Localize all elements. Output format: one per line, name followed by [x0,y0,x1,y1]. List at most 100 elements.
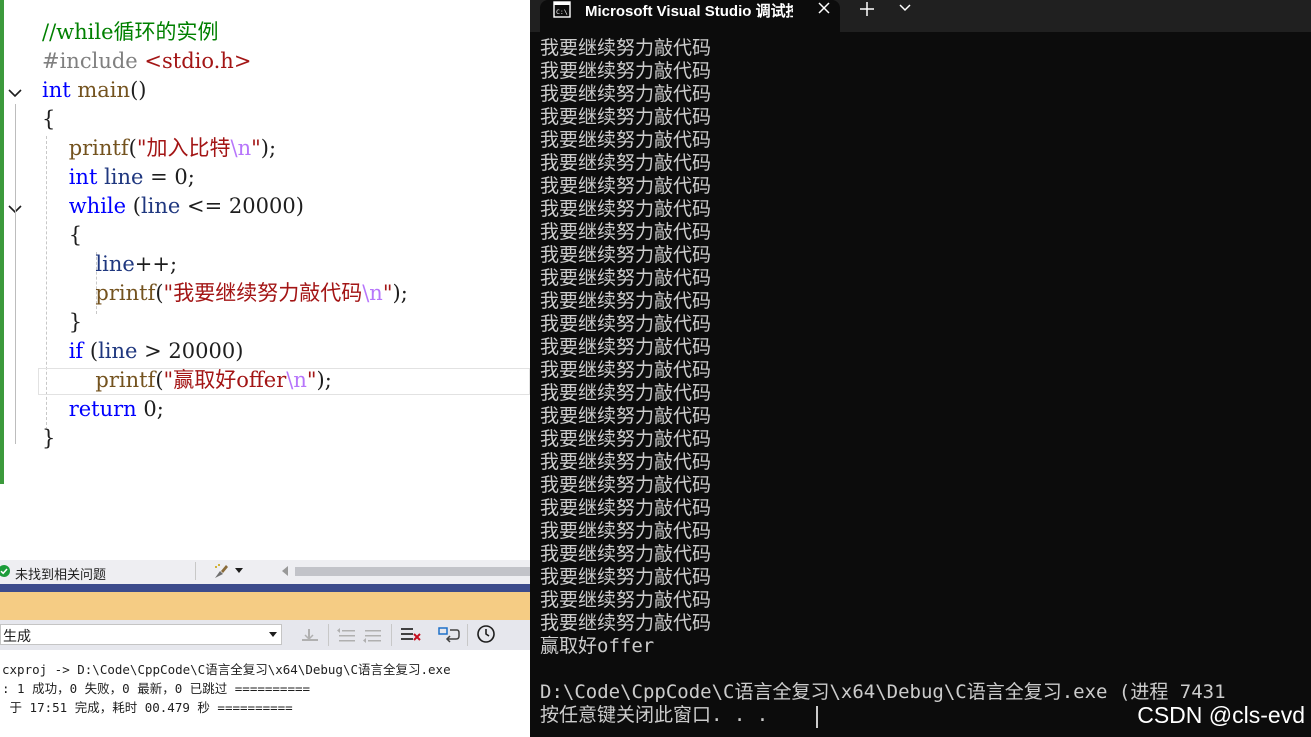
console-line: 我要继续努力敲代码 [540,566,712,588]
code-line[interactable]: int main() [42,76,408,105]
code-line[interactable]: { [42,221,408,250]
code-line[interactable]: line++; [42,250,408,279]
output-source-value: 生成 [3,629,31,645]
issues-status-text[interactable]: 未找到相关问题 [15,564,106,583]
console-line: 我要继续努力敲代码 [540,290,712,312]
go-to-error-icon[interactable] [300,626,320,644]
code-line[interactable]: printf("赢取好offer\n"); [42,366,408,395]
code-line[interactable]: } [42,424,408,453]
collapse-chevron-icon[interactable] [6,84,24,102]
console-line: 赢取好offer [540,635,655,657]
code-token: () [130,78,147,102]
horizontal-scrollbar[interactable] [295,567,530,576]
console-line: 我要继续努力敲代码 [540,336,712,358]
console-line: 我要继续努力敲代码 [540,129,712,151]
console-line: 我要继续努力敲代码 [540,152,712,174]
code-token: "我要继续努力敲代码 [163,281,363,305]
console-line: 我要继续努力敲代码 [540,60,712,82]
code-token: int [68,165,98,189]
output-line: : 1 成功，0 失败，0 最新，0 已跳过 ========== [2,681,311,696]
previous-message-icon[interactable] [336,626,356,644]
change-tracking-bar [0,0,4,484]
close-tab-icon[interactable] [817,1,831,15]
code-token: <= 20000) [180,194,304,218]
console-line: D:\Code\CppCode\C语言全复习\x64\Debug\C语言全复习.… [540,681,1226,703]
svg-text:C:\: C:\ [556,8,568,16]
scroll-left-icon[interactable] [281,566,289,576]
terminal-tab-bar: C:\ Microsoft Visual Studio 调试控 [530,0,1311,32]
code-token: "加入比特 [136,136,231,160]
console-line: 我要继续努力敲代码 [540,313,712,335]
console-line: 我要继续努力敲代码 [540,37,712,59]
console-line: 我要继续努力敲代码 [540,497,712,519]
code-line[interactable]: #include <stdio.h> [42,47,408,76]
console-line: 我要继续努力敲代码 [540,267,712,289]
terminal-tab-title: Microsoft Visual Studio 调试控 [585,3,793,20]
code-line[interactable]: int line = 0; [42,163,408,192]
code-token: while [68,194,127,218]
code-token: ); [316,368,332,392]
clock-icon[interactable] [476,624,496,644]
code-line[interactable]: { [42,105,408,134]
code-token: ); [260,136,277,160]
output-source-select[interactable]: 生成 [0,624,282,645]
clear-all-icon[interactable] [400,625,422,645]
new-tab-plus-icon[interactable] [859,1,875,17]
code-token: } [42,310,83,334]
code-line[interactable]: } [42,308,408,337]
code-token: \n [362,281,383,305]
console-output: 我要继续努力敲代码 我要继续努力敲代码 我要继续努力敲代码 我要继续努力敲代码 我要继续… [540,37,1226,727]
console-line: 我要继续努力敲代码 [540,382,712,404]
code-line[interactable]: while (line <= 20000) [42,192,408,221]
code-token: ( [128,136,137,160]
code-token: " [251,136,261,160]
code-token: ( [155,368,164,392]
terminal-tab[interactable]: C:\ Microsoft Visual Studio 调试控 [540,0,840,32]
debug-console-window[interactable]: C:\ Microsoft Visual Studio 调试控 我要继续努力敲代… [530,0,1311,737]
code-token: > 20000) [137,339,244,363]
next-message-icon[interactable] [362,626,382,644]
build-output-text[interactable]: cxproj -> D:\Code\CppCode\C语言全复习\x64\Deb… [0,660,530,737]
chevron-down-icon [269,632,277,637]
output-line: cxproj -> D:\Code\CppCode\C语言全复习\x64\Deb… [2,662,451,677]
code-line[interactable]: //while循环的实例 [42,18,408,47]
dropdown-arrow-icon[interactable] [234,568,244,574]
code-editor[interactable]: //while循环的实例 #include <stdio.h> int main()… [0,0,530,560]
code-cleanup-brush-icon[interactable] [212,563,230,580]
console-line: 我要继续努力敲代码 [540,612,712,634]
console-line: 我要继续努力敲代码 [540,198,712,220]
word-wrap-icon[interactable] [438,625,460,645]
code-token: { [42,223,83,247]
console-line: 我要继续努力敲代码 [540,543,712,565]
code-token: " [382,281,393,305]
code-line[interactable]: printf("加入比特\n"); [42,134,408,163]
tool-window-divider [0,584,530,592]
code-line[interactable]: return 0; [42,395,408,424]
code-lines[interactable]: //while循环的实例 #include <stdio.h> int main()… [42,18,408,453]
console-line: 按任意键关闭此窗口. . . [540,704,769,726]
code-token: \n [230,136,252,160]
code-token: int [42,78,71,102]
code-token: ( [126,194,141,218]
code-token: printf [95,281,156,305]
console-line: 我要继续努力敲代码 [540,474,712,496]
code-line[interactable]: if (line > 20000) [42,337,408,366]
console-line: 我要继续努力敲代码 [540,221,712,243]
code-line[interactable]: printf("我要继续努力敲代码\n"); [42,279,407,308]
code-token: 0; [136,397,164,421]
console-line: 我要继续努力敲代码 [540,520,712,542]
chevron-down-icon[interactable] [899,4,911,12]
text-cursor [816,706,818,728]
code-token: printf [95,368,156,392]
console-line: 我要继续努力敲代码 [540,106,712,128]
fold-region-line [15,222,16,340]
code-token: if [68,339,84,363]
console-line: 我要继续努力敲代码 [540,175,712,197]
console-line: 我要继续努力敲代码 [540,244,712,266]
code-token: ( [83,339,99,363]
